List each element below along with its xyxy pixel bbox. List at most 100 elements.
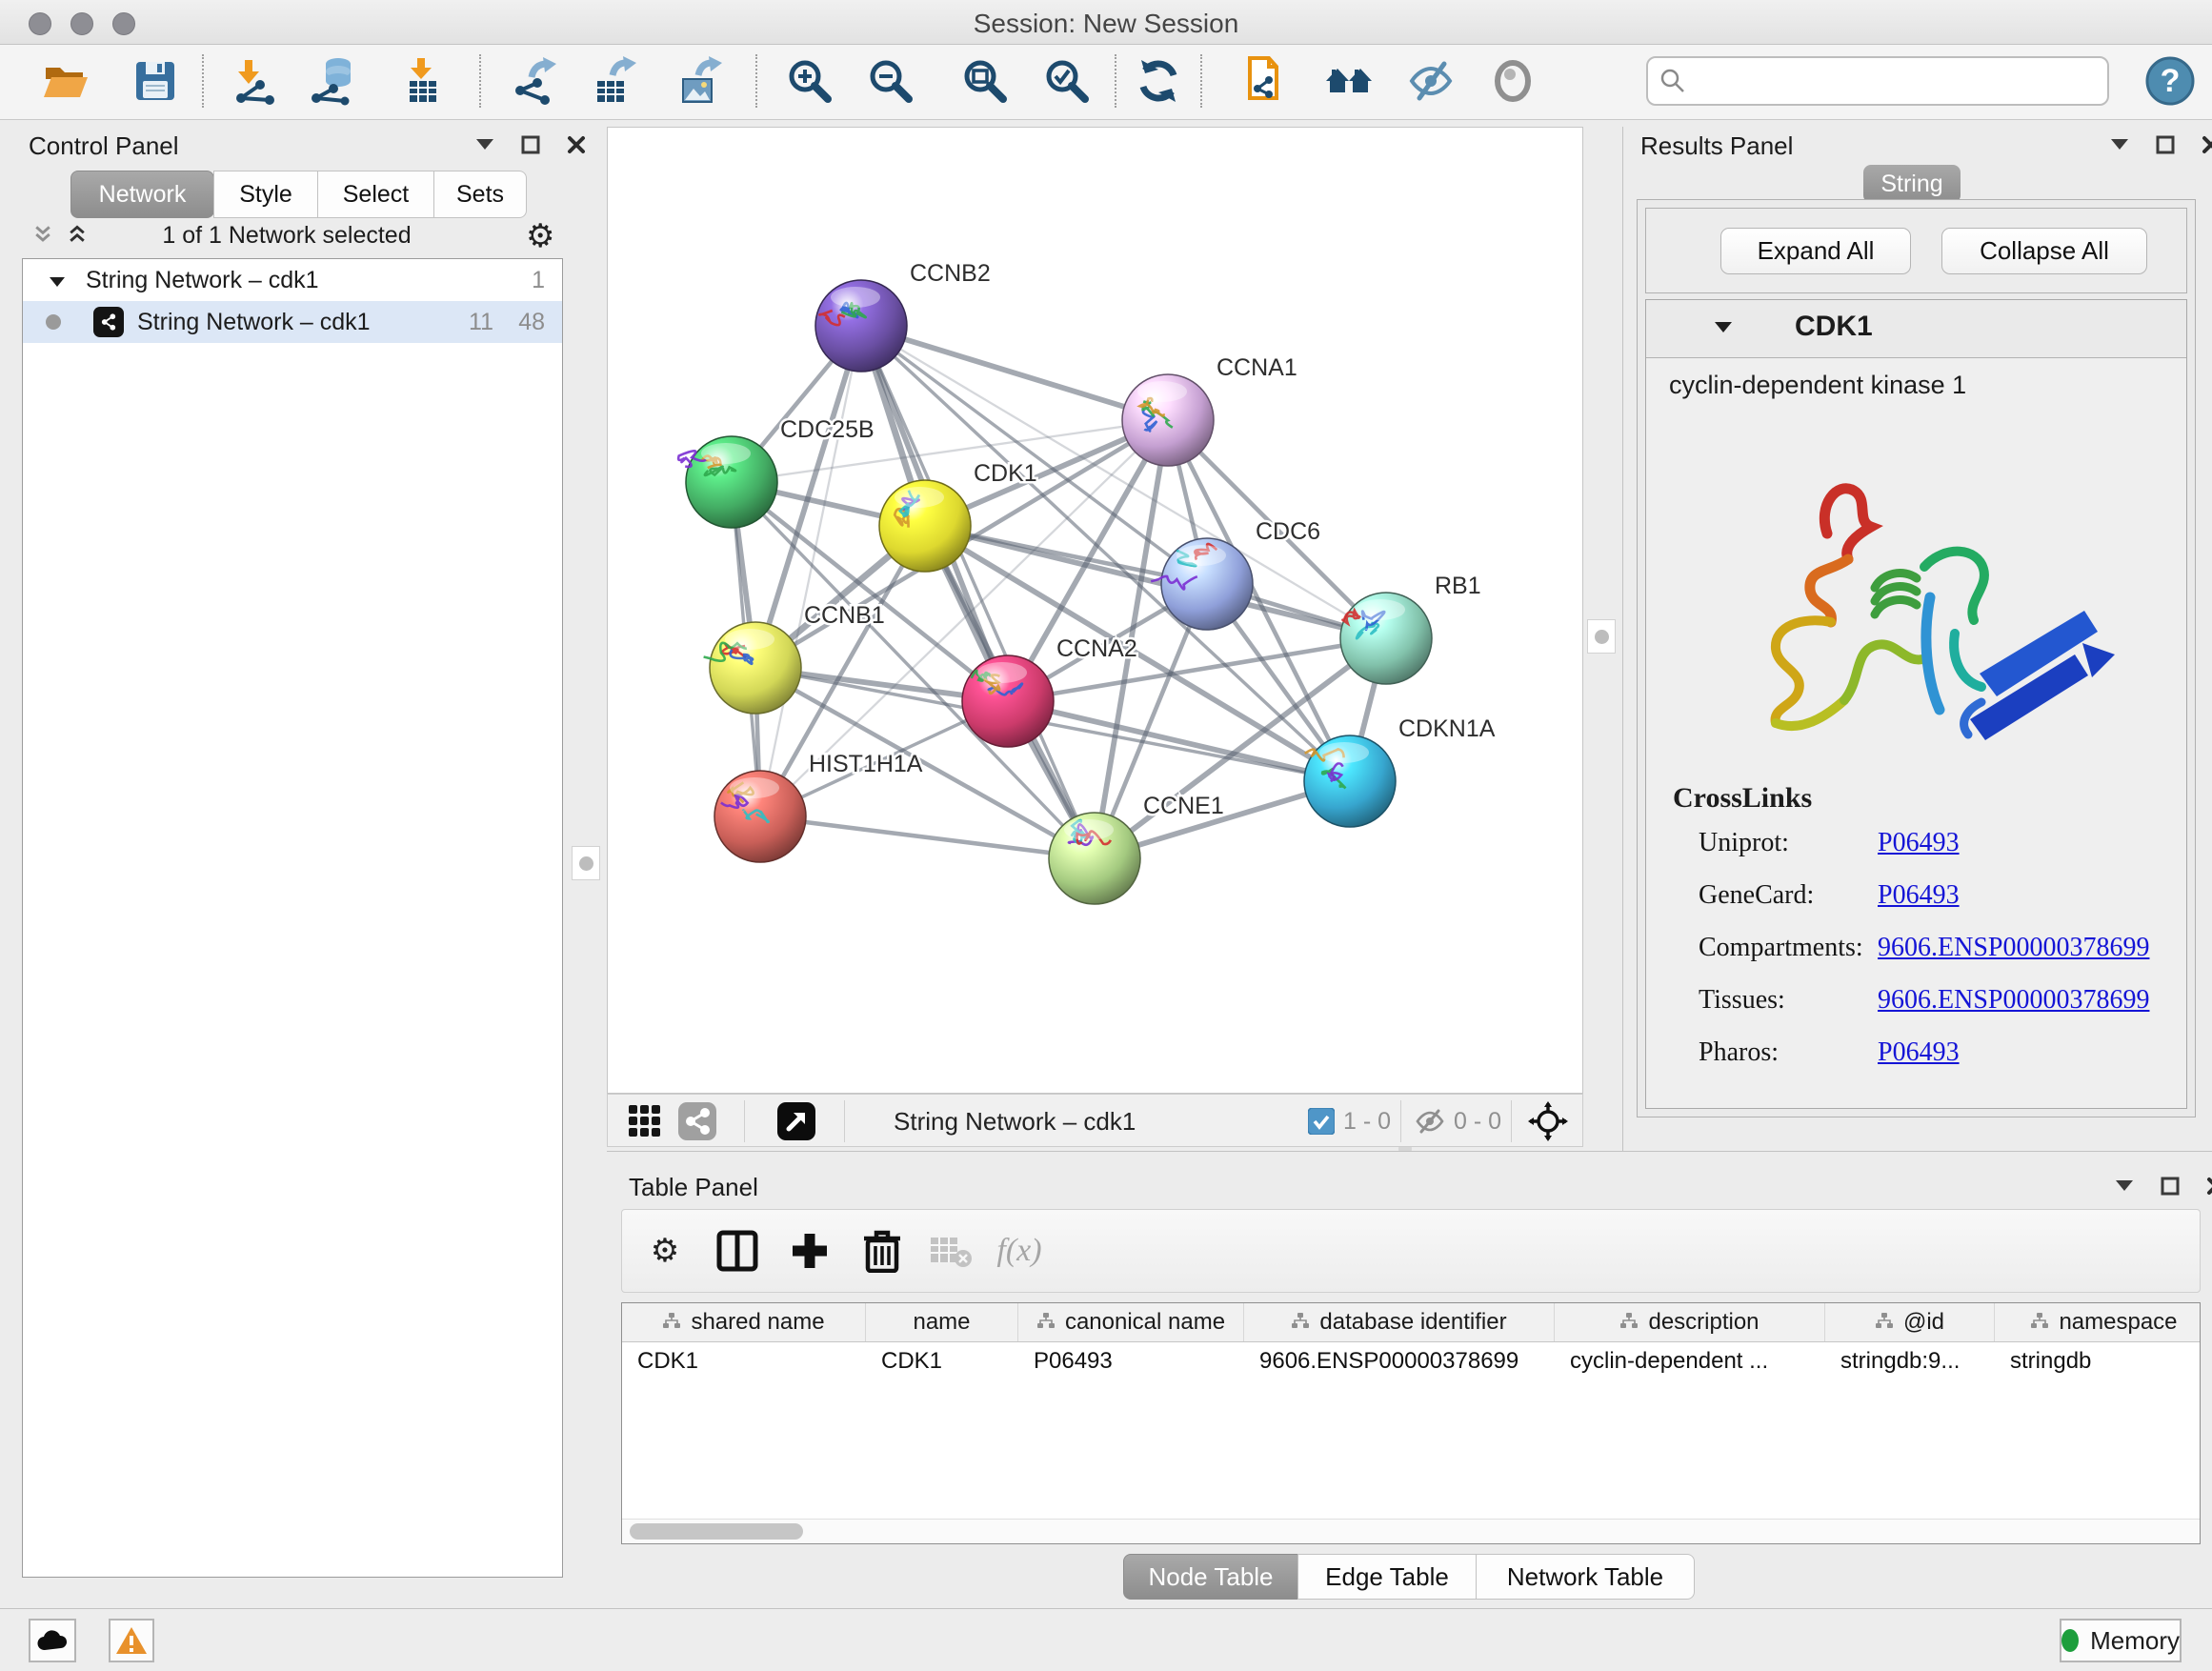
hide-panels-eye-icon[interactable] (1404, 54, 1458, 108)
gene-entry-header[interactable]: CDK1 (1646, 300, 2186, 358)
grid-view-icon[interactable] (627, 1102, 663, 1140)
table-settings-gear-icon[interactable]: ⚙ (637, 1223, 693, 1278)
column-type-icon (1291, 1309, 1310, 1336)
node-label-ccne1: CCNE1 (1143, 793, 1224, 819)
cloud-status-button[interactable] (29, 1619, 76, 1662)
column-header[interactable]: @id (1825, 1303, 1995, 1341)
column-header-label: canonical name (1065, 1309, 1225, 1336)
panel-float-icon[interactable] (2155, 134, 2176, 155)
zoom-in-icon[interactable] (783, 54, 836, 108)
column-header[interactable]: shared name (622, 1303, 866, 1341)
table-cell[interactable]: CDK1 (866, 1342, 1018, 1380)
export-image-icon[interactable] (672, 54, 725, 108)
network-node-cdk1[interactable] (879, 480, 971, 572)
zoom-selected-icon[interactable] (1040, 54, 1094, 108)
crosslink-link[interactable]: P06493 (1878, 1037, 1960, 1068)
network-edge[interactable] (760, 816, 1095, 858)
tab-sets[interactable]: Sets (433, 171, 527, 218)
network-node-ccnb2[interactable] (815, 280, 907, 372)
table-cell[interactable]: P06493 (1018, 1342, 1244, 1380)
table-cell[interactable]: 9606.ENSP00000378699 (1244, 1342, 1555, 1380)
network-node-cdkn1a[interactable] (1304, 735, 1396, 827)
network-node-ccne1[interactable] (1049, 813, 1140, 904)
network-view-canvas[interactable]: CCNB2CCNA1CDC25BCDK1CDC6RB1CCNB1CCNA2CDK… (607, 127, 1583, 1094)
import-network-from-database-icon[interactable] (307, 54, 360, 108)
memory-button[interactable]: Memory (2060, 1619, 2182, 1662)
panel-close-icon[interactable] (2205, 1176, 2212, 1197)
warning-status-button[interactable] (109, 1619, 154, 1662)
search-input[interactable] (1696, 67, 2096, 96)
delete-column-icon[interactable] (855, 1223, 910, 1278)
crosshair-icon[interactable] (1528, 1102, 1568, 1140)
tab-select[interactable]: Select (317, 171, 434, 218)
table-cell[interactable]: stringdb (1995, 1342, 2201, 1380)
table-horizontal-scrollbar[interactable] (622, 1519, 2200, 1543)
export-table-icon[interactable] (586, 54, 639, 108)
open-in-new-icon[interactable] (777, 1102, 815, 1140)
expand-all-button[interactable]: Expand All (1720, 228, 1911, 274)
tab-style[interactable]: Style (213, 171, 318, 218)
network-node-hist1h1a[interactable] (714, 771, 806, 862)
table-cell[interactable]: stringdb:9... (1825, 1342, 1995, 1380)
tree-expander-icon[interactable] (50, 267, 65, 294)
panel-menu-icon[interactable] (474, 134, 495, 155)
column-header[interactable]: name (866, 1303, 1018, 1341)
network-node-ccnb1[interactable] (704, 622, 801, 714)
network-row[interactable]: String Network – cdk1 11 48 (23, 301, 562, 343)
refresh-icon[interactable] (1132, 54, 1185, 108)
table-cell[interactable]: cyclin-dependent ... (1555, 1342, 1825, 1380)
tab-node-table[interactable]: Node Table (1123, 1554, 1298, 1600)
network-options-gear-icon[interactable]: ⚙ (526, 220, 554, 252)
zoom-out-icon[interactable] (864, 54, 917, 108)
show-panel-eye-icon[interactable] (1486, 54, 1539, 108)
column-header[interactable]: canonical name (1018, 1303, 1244, 1341)
share-network-icon[interactable] (678, 1102, 716, 1140)
create-column-icon[interactable] (782, 1223, 837, 1278)
help-icon[interactable]: ? (2143, 54, 2197, 108)
scrollbar-thumb[interactable] (630, 1523, 803, 1540)
import-table-from-file-icon[interactable] (396, 54, 450, 108)
network-edge[interactable] (861, 326, 1168, 420)
column-header[interactable]: database identifier (1244, 1303, 1555, 1341)
tab-edge-table[interactable]: Edge Table (1297, 1554, 1477, 1600)
import-string-network-icon[interactable] (1240, 54, 1294, 108)
table-cell[interactable]: CDK1 (622, 1342, 866, 1380)
save-session-icon[interactable] (129, 54, 182, 108)
open-session-icon[interactable] (38, 54, 91, 108)
network-node-ccna2[interactable] (962, 655, 1054, 747)
network-graph[interactable]: CCNB2CCNA1CDC25BCDK1CDC6RB1CCNB1CCNA2CDK… (608, 128, 1582, 1093)
hidden-eye-icon[interactable] (1414, 1102, 1446, 1140)
crosslink-link[interactable]: P06493 (1878, 880, 1960, 911)
tab-network[interactable]: Network (70, 171, 214, 218)
zoom-fit-icon[interactable] (958, 54, 1012, 108)
right-splitter-handle[interactable] (1587, 619, 1616, 654)
network-edge[interactable] (861, 326, 1095, 858)
panel-close-icon[interactable] (2201, 134, 2212, 155)
table-row[interactable]: CDK1CDK1P064939606.ENSP00000378699cyclin… (622, 1342, 2200, 1380)
panel-float-icon[interactable] (2160, 1176, 2181, 1197)
home-icon[interactable] (1322, 54, 1376, 108)
column-header[interactable]: namespace (1995, 1303, 2201, 1341)
network-node-rb1[interactable] (1340, 593, 1432, 684)
network-node-cdc25b[interactable] (678, 436, 777, 528)
memory-label: Memory (2090, 1626, 2180, 1656)
show-columns-icon[interactable] (710, 1223, 765, 1278)
crosslink-link[interactable]: P06493 (1878, 828, 1960, 858)
panel-menu-icon[interactable] (2109, 134, 2130, 155)
collapse-all-button[interactable]: Collapse All (1941, 228, 2147, 274)
network-collection-row[interactable]: String Network – cdk1 1 (23, 259, 562, 301)
import-network-from-file-icon[interactable] (226, 54, 279, 108)
export-network-icon[interactable] (507, 54, 560, 108)
tab-string[interactable]: String (1863, 165, 1961, 203)
crosslink-link[interactable]: 9606.ENSP00000378699 (1878, 933, 2149, 963)
crosslink-link[interactable]: 9606.ENSP00000378699 (1878, 985, 2149, 1016)
left-splitter-handle[interactable] (572, 846, 600, 880)
entry-expander-icon[interactable] (1715, 321, 1732, 338)
panel-close-icon[interactable] (566, 134, 587, 155)
column-header[interactable]: description (1555, 1303, 1825, 1341)
panel-float-icon[interactable] (520, 134, 541, 155)
panel-menu-icon[interactable] (2114, 1176, 2135, 1197)
network-node-ccna1[interactable] (1122, 374, 1214, 466)
selected-checkbox[interactable] (1308, 1102, 1335, 1140)
tab-network-table[interactable]: Network Table (1476, 1554, 1695, 1600)
